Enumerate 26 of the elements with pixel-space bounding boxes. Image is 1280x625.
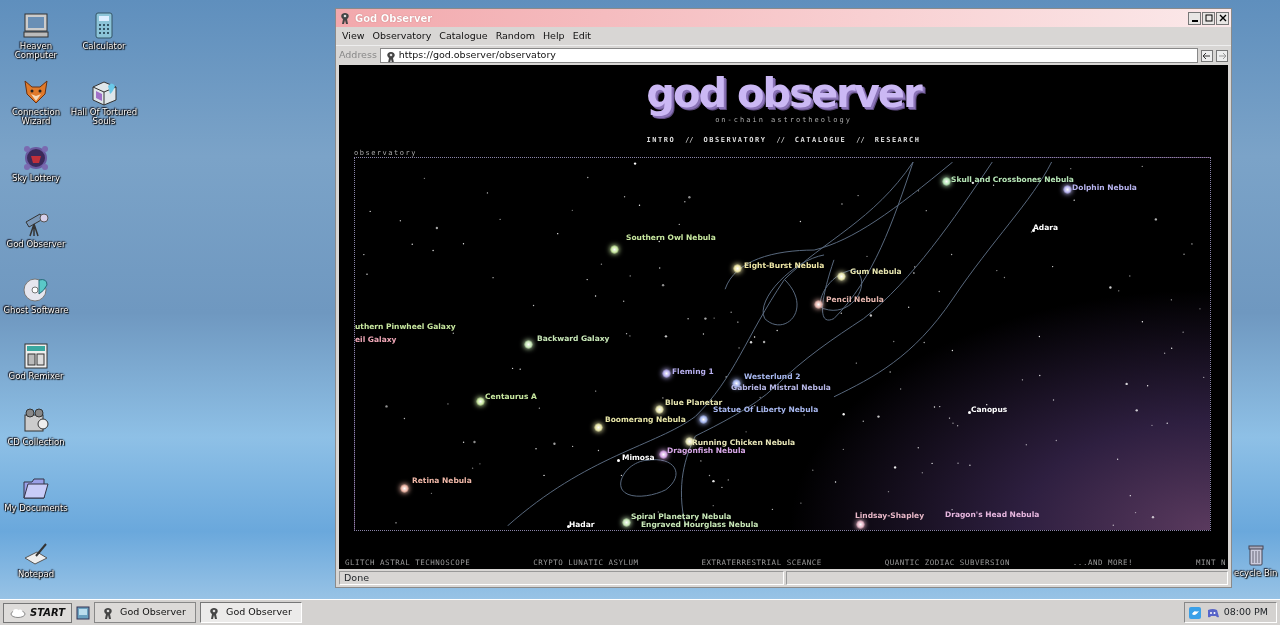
- icon-label: God Remixer: [8, 372, 64, 382]
- icon-label: Connection Wizard: [10, 108, 62, 127]
- address-label: Address: [339, 48, 377, 63]
- menu-item[interactable]: Help: [538, 28, 569, 44]
- taskbar-button[interactable]: God Observer: [200, 602, 303, 623]
- icon-label: Calculator: [82, 42, 126, 52]
- menu-item[interactable]: Catalogue: [435, 28, 492, 44]
- start-button[interactable]: START: [3, 602, 73, 623]
- icon-label: Hall Of Tortured Souls: [70, 108, 138, 127]
- icon-label: Ghost Software: [3, 306, 69, 316]
- taskbar-button[interactable]: God Observer: [94, 602, 197, 623]
- icon-label: Sky Lottery: [12, 174, 60, 184]
- menu-item[interactable]: Edit: [568, 28, 596, 44]
- icon-label: ecycle Bin: [1234, 569, 1278, 579]
- menu-item[interactable]: Observatory: [368, 28, 436, 44]
- icon-label: My Documents: [4, 504, 68, 514]
- menu-item[interactable]: View: [338, 28, 369, 44]
- menu-item[interactable]: Random: [491, 28, 539, 44]
- status-text: Done: [339, 571, 784, 585]
- icon-label: Notepad: [17, 570, 55, 580]
- icon-label: CD Collection: [7, 438, 65, 448]
- address-field[interactable]: https://god.observer/observatory: [379, 48, 1198, 63]
- icon-label: God Observer: [6, 240, 66, 250]
- icon-label: Heaven Computer: [13, 42, 59, 61]
- clock: 08:00 PM: [1223, 605, 1268, 620]
- window-title: God Observer: [355, 11, 434, 26]
